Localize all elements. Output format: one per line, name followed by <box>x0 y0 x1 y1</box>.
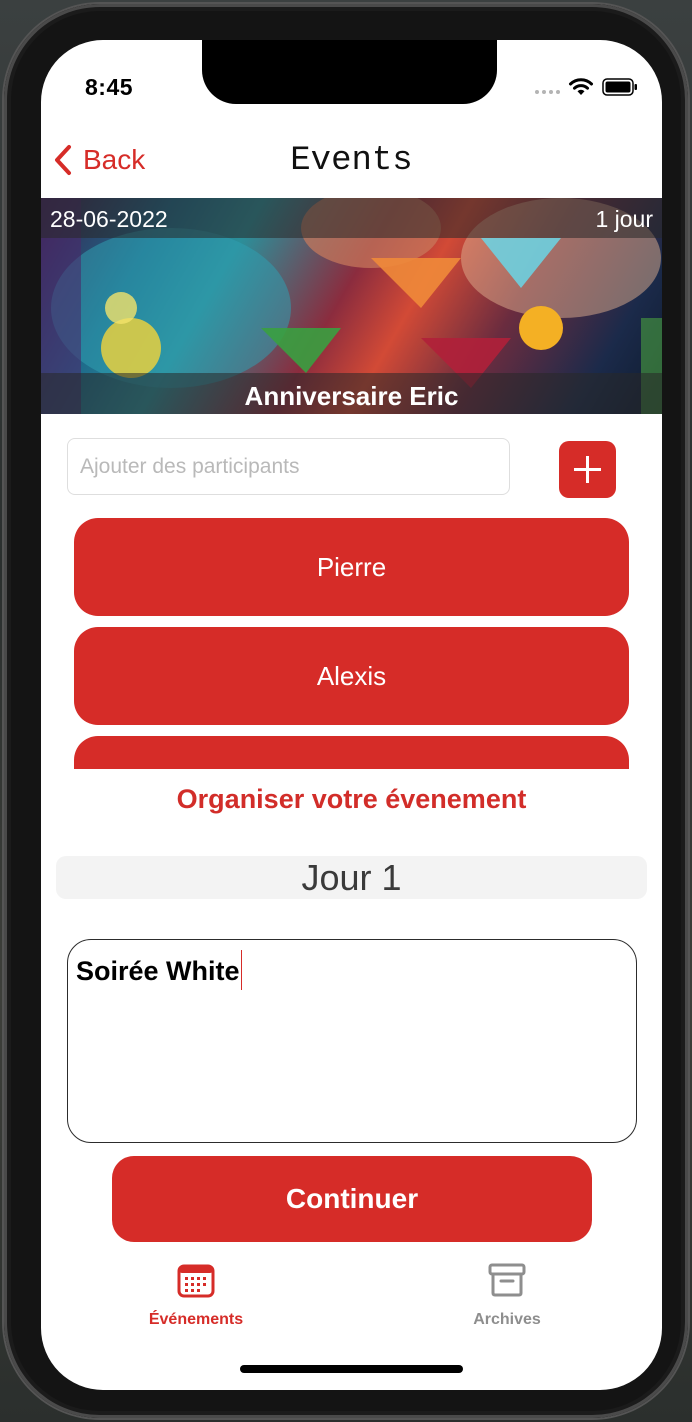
home-indicator[interactable] <box>240 1365 463 1373</box>
add-participant-button[interactable] <box>559 441 616 498</box>
notch <box>202 40 497 104</box>
status-icons <box>535 76 638 98</box>
tab-evenements[interactable]: Événements <box>126 1262 266 1329</box>
tab-archives[interactable]: Archives <box>437 1262 577 1329</box>
participant-item[interactable]: Pierre <box>74 518 629 616</box>
calendar-icon <box>177 1264 215 1298</box>
event-banner: 28-06-2022 1 jour Anniversaire Eric <box>41 198 662 414</box>
text-caret <box>240 950 243 990</box>
day-label: Jour 1 <box>301 857 402 898</box>
status-time: 8:45 <box>85 74 134 100</box>
battery-icon <box>602 78 637 96</box>
app-screen: 8:45 Back Events 28-06-2022 1 jour Anniv… <box>41 40 662 1390</box>
participant-item[interactable]: Alexis <box>74 627 629 725</box>
tab-label: Archives <box>473 1311 541 1328</box>
tab-label: Événements <box>148 1311 244 1328</box>
day-notes-textarea[interactable]: Soirée White <box>67 939 637 1143</box>
page-title: Events <box>290 142 413 180</box>
event-date: 28-06-2022 <box>50 206 168 232</box>
event-name: Anniversaire Eric <box>244 381 459 411</box>
add-participants-input[interactable] <box>67 438 510 495</box>
archive-box-icon <box>488 1263 526 1297</box>
continue-button[interactable]: Continuer <box>112 1156 592 1242</box>
event-duration: 1 jour <box>595 206 653 232</box>
participants-list[interactable]: Pierre Alexis <box>41 514 662 769</box>
phone-frame: 8:45 Back Events 28-06-2022 1 jour Anniv… <box>4 4 688 1418</box>
navigation-bar: Back Events <box>41 136 662 194</box>
notes-text: Soirée White <box>76 956 240 986</box>
participant-item[interactable] <box>74 736 629 769</box>
wifi-icon <box>569 78 593 95</box>
signal-icon <box>535 80 560 94</box>
organize-title: Organiser votre évenement <box>176 784 527 814</box>
